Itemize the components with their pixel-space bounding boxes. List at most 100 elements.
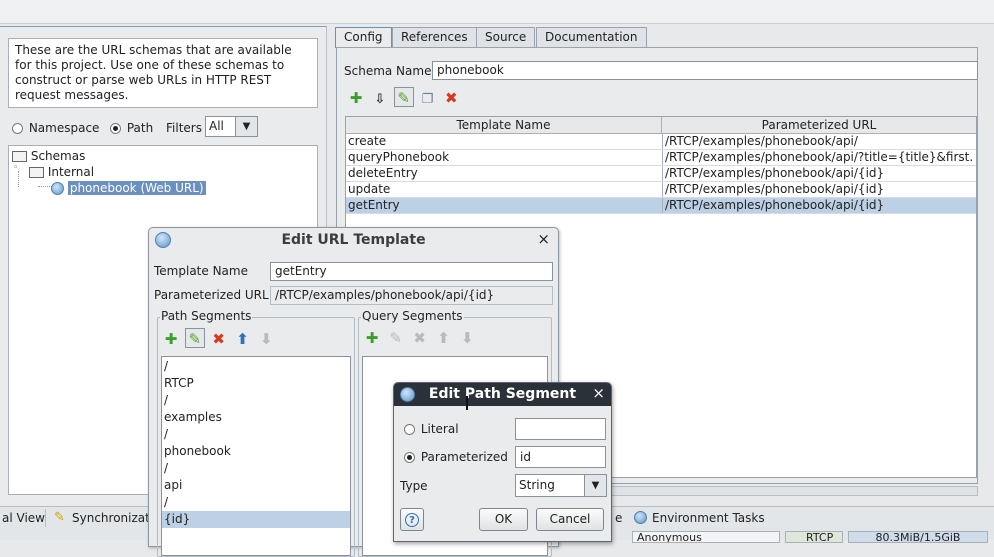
table-row[interactable]: update /RTCP/examples/phonebook/api/{id} bbox=[346, 182, 976, 198]
tree-line bbox=[18, 171, 19, 187]
copy-icon[interactable]: ❐ bbox=[417, 90, 437, 110]
column-header-parameterized-url[interactable]: Parameterized URL bbox=[662, 117, 976, 134]
namespace-radio-button[interactable] bbox=[12, 123, 23, 134]
project-indicator[interactable]: RTCP bbox=[785, 531, 843, 543]
table-row[interactable]: create /RTCP/examples/phonebook/api/ bbox=[346, 134, 976, 150]
add-icon[interactable]: ✚ bbox=[161, 329, 181, 349]
parameterized-url-label: Parameterized URL bbox=[154, 288, 269, 302]
template-name-cell: getEntry bbox=[348, 198, 400, 212]
template-name-cell: create bbox=[348, 134, 387, 148]
path-radio-button[interactable] bbox=[110, 123, 121, 134]
type-label: Type bbox=[400, 479, 428, 493]
globe-icon bbox=[634, 511, 648, 525]
schema-name-field[interactable]: phonebook bbox=[432, 61, 978, 80]
edit-icon[interactable]: ✎ bbox=[393, 87, 414, 107]
dialog-title: Edit URL Template bbox=[281, 232, 426, 248]
template-name-field[interactable]: getEntry bbox=[270, 262, 553, 281]
query-segments-toolbar: ✚ ✎ ✖ ⬆ ⬇ bbox=[362, 328, 477, 348]
edit-icon: ✎ bbox=[389, 329, 403, 347]
tab-source[interactable]: Source bbox=[476, 27, 536, 47]
top-toolbar bbox=[0, 0, 994, 24]
sync-icon: ✎ bbox=[54, 510, 65, 525]
export-icon[interactable]: ⇩ bbox=[370, 90, 390, 110]
status-tab-view[interactable]: al View bbox=[2, 511, 45, 525]
cancel-button[interactable]: Cancel bbox=[536, 508, 604, 531]
url-cell: /RTCP/examples/phonebook/api/{id} bbox=[662, 182, 974, 197]
tree-node-internal[interactable]: Internal bbox=[29, 164, 94, 180]
literal-label: Literal bbox=[420, 422, 459, 436]
template-toolbar: ✚ ⇩ ✎ ❐ ✖ bbox=[346, 87, 461, 107]
parameterized-field[interactable]: id bbox=[515, 446, 606, 468]
type-combo[interactable]: String ▼ bbox=[515, 474, 607, 497]
chevron-down-icon[interactable]: ▼ bbox=[235, 117, 257, 136]
filters-combo[interactable]: All ▼ bbox=[205, 116, 258, 137]
filters-value: All bbox=[209, 119, 224, 133]
web-url-icon bbox=[155, 232, 171, 248]
delete-icon: ✖ bbox=[413, 329, 426, 347]
query-segments-label: Query Segments bbox=[361, 309, 464, 323]
memory-indicator[interactable]: 80.3MiB/1.5GiB bbox=[848, 531, 988, 543]
tab-references[interactable]: References bbox=[392, 27, 477, 47]
web-url-icon bbox=[400, 387, 415, 402]
tree-node-phonebook-label: phonebook (Web URL) bbox=[67, 181, 206, 195]
list-item[interactable]: / bbox=[162, 426, 350, 443]
tree-node-schemas[interactable]: Schemas bbox=[12, 148, 85, 164]
list-item[interactable]: phonebook bbox=[162, 443, 350, 460]
close-icon[interactable]: × bbox=[592, 384, 605, 402]
folder-icon bbox=[29, 167, 44, 178]
path-segments-toolbar: ✚ ✎ ✖ ⬆ ⬇ bbox=[161, 328, 276, 348]
arrow-up-icon[interactable]: ⬆ bbox=[232, 329, 252, 349]
arrow-down-icon: ⬇ bbox=[461, 329, 474, 347]
folder-icon bbox=[12, 151, 27, 162]
close-icon[interactable]: × bbox=[537, 230, 550, 248]
namespace-radio[interactable]: Namespace bbox=[12, 120, 99, 136]
list-item[interactable]: / bbox=[162, 392, 350, 409]
ok-button[interactable]: OK bbox=[479, 508, 528, 531]
list-item[interactable]: / bbox=[162, 460, 350, 477]
template-name-cell: update bbox=[348, 182, 391, 196]
list-item[interactable]: RTCP bbox=[162, 375, 350, 392]
description-text: These are the URL schemas that are avail… bbox=[8, 38, 318, 108]
literal-radio[interactable]: Literal bbox=[404, 421, 459, 437]
user-field: Anonymous bbox=[632, 531, 780, 543]
path-segments-list[interactable]: / RTCP / examples / phonebook / api / {i… bbox=[161, 356, 351, 556]
list-item[interactable]: / bbox=[162, 358, 350, 375]
literal-field[interactable] bbox=[515, 418, 606, 440]
parameterized-label: Parameterized bbox=[420, 450, 508, 464]
parameterized-radio-button[interactable] bbox=[404, 452, 415, 463]
path-segments-label: Path Segments bbox=[160, 309, 253, 323]
path-radio[interactable]: Path bbox=[110, 120, 153, 136]
tree-line bbox=[38, 186, 52, 187]
tab-documentation[interactable]: Documentation bbox=[536, 27, 647, 47]
schema-name-label: Schema Name bbox=[344, 64, 432, 78]
column-header-template-name[interactable]: Template Name bbox=[346, 117, 662, 134]
literal-radio-button[interactable] bbox=[404, 424, 415, 435]
template-name-label: Template Name bbox=[154, 264, 248, 278]
help-button[interactable]: ? bbox=[400, 508, 424, 531]
delete-icon[interactable]: ✖ bbox=[209, 329, 229, 349]
status-tab-environment-tasks[interactable]: Environment Tasks bbox=[652, 511, 765, 525]
tree-node-phonebook[interactable]: phonebook (Web URL) bbox=[51, 180, 206, 196]
add-icon[interactable]: ✚ bbox=[346, 88, 366, 108]
add-icon[interactable]: ✚ bbox=[362, 328, 382, 348]
status-tab-partial[interactable]: e bbox=[615, 511, 622, 525]
edit-icon[interactable]: ✎ bbox=[184, 328, 205, 348]
tree-node-schemas-label: Schemas bbox=[30, 149, 86, 163]
tab-config[interactable]: Config bbox=[335, 27, 392, 48]
list-item-selected[interactable]: {id} bbox=[162, 511, 350, 528]
table-row[interactable]: deleteEntry /RTCP/examples/phonebook/api… bbox=[346, 166, 976, 182]
table-row-selected[interactable]: getEntry /RTCP/examples/phonebook/api/{i… bbox=[346, 198, 976, 214]
list-item[interactable]: examples bbox=[162, 409, 350, 426]
url-cell: /RTCP/examples/phonebook/api/ bbox=[662, 134, 974, 149]
delete-icon[interactable]: ✖ bbox=[441, 88, 461, 108]
table-row[interactable]: queryPhonebook /RTCP/examples/phonebook/… bbox=[346, 150, 976, 166]
parameterized-radio[interactable]: Parameterized bbox=[404, 449, 508, 465]
list-item[interactable]: / bbox=[162, 494, 350, 511]
list-item[interactable]: api bbox=[162, 477, 350, 494]
mouse-cursor-icon bbox=[466, 396, 474, 410]
tree-node-internal-label: Internal bbox=[47, 165, 95, 179]
namespace-label: Namespace bbox=[28, 121, 100, 135]
parameterized-url-field: /RTCP/examples/phonebook/api/{id} bbox=[270, 286, 553, 305]
template-name-cell: deleteEntry bbox=[348, 166, 418, 180]
chevron-down-icon[interactable]: ▼ bbox=[584, 475, 606, 496]
